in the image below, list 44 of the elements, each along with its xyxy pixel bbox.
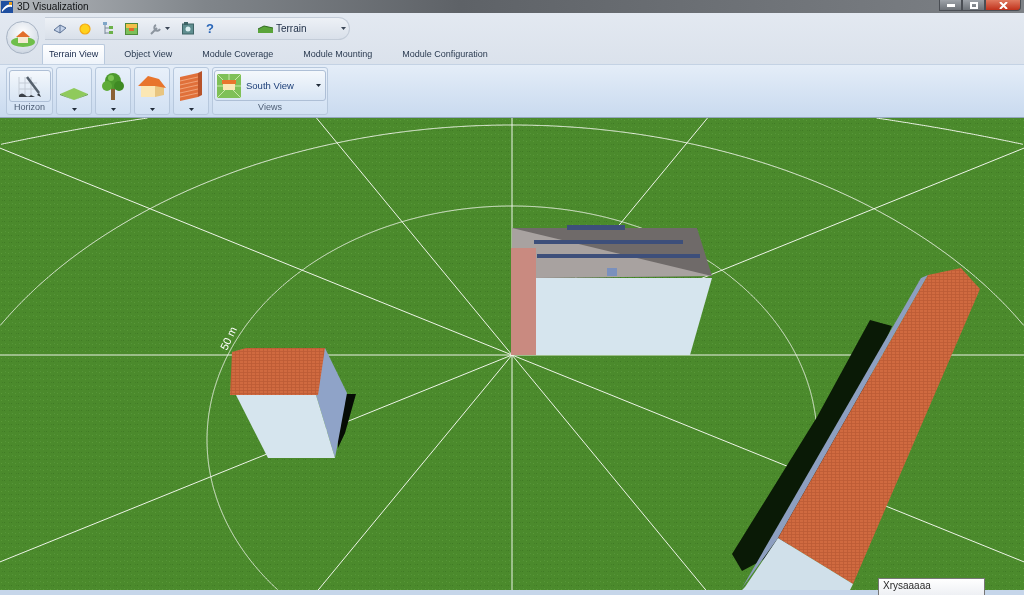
tooltip: Xrysaaaaa [878,578,985,595]
brick-wall-icon [178,71,204,101]
wall-dropdown-button[interactable] [173,67,209,115]
close-icon [998,1,1008,9]
help-button[interactable]: ? [206,20,214,37]
wrench-icon[interactable] [150,22,162,35]
tree-icon [101,72,125,100]
ribbon-tab[interactable]: Object View [109,44,188,64]
tree-dropdown-button[interactable] [95,67,131,115]
maximize-button[interactable] [962,0,985,11]
caret-icon [340,27,346,30]
maximize-icon [969,1,978,9]
ribbon-tab[interactable]: Terrain View [42,44,106,64]
horizon-button[interactable] [8,70,51,102]
terrain-dropdown[interactable]: Terrain [257,20,346,37]
minimize-icon [946,3,955,7]
building-dropdown-button[interactable] [134,67,170,115]
group-label: Views [258,102,282,113]
book-icon[interactable] [53,23,67,34]
ribbon-tab[interactable]: Module Mounting [288,44,388,64]
ribbon-tab[interactable]: Module Coverage [187,44,289,64]
house-icon [137,75,167,97]
app-icon [1,0,13,13]
caret-icon [110,108,116,111]
caret-icon [165,27,170,30]
ground-tile-icon [60,88,88,100]
terrain-icon [257,24,273,33]
window-title: 3D Visualization [17,0,89,13]
minimize-button[interactable] [939,0,962,11]
distance-label: 50 m [217,324,240,352]
caret-icon [316,84,321,87]
group-label: Horizon [14,102,45,113]
house-landscape-icon [10,28,35,47]
caret-icon [71,108,77,111]
landscape-image-icon[interactable] [125,22,138,35]
view-dropdown[interactable]: South View [214,70,326,101]
camera-icon[interactable] [182,22,194,35]
house-view-icon [217,73,241,98]
close-button[interactable] [985,0,1021,11]
ribbon-tab[interactable]: Module Configuration [387,44,503,64]
application-menu-button[interactable] [6,21,39,54]
caret-icon [188,108,194,111]
caret-icon [149,108,155,111]
tree-diagram-icon[interactable] [103,21,113,36]
